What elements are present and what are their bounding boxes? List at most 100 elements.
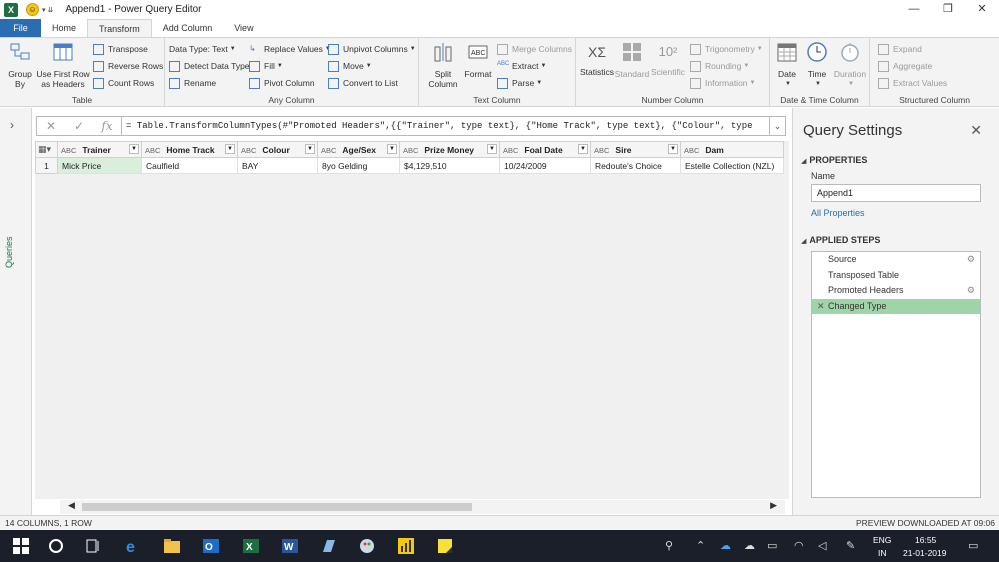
- text-type-icon[interactable]: ABC: [503, 146, 518, 155]
- statistics-button[interactable]: ΧΣ Statistics: [578, 41, 616, 77]
- scientific-button[interactable]: 10² Scientific: [650, 41, 686, 77]
- date-button[interactable]: Date ▼: [772, 41, 802, 89]
- edge-browser-icon[interactable]: e: [124, 537, 142, 555]
- table-cell[interactable]: Caulfield: [141, 157, 238, 174]
- rename-button[interactable]: Rename: [169, 76, 216, 90]
- reverse-rows-button[interactable]: Reverse Rows: [93, 59, 163, 73]
- trigonometry-dropdown[interactable]: Trigonometry ▼: [690, 42, 763, 56]
- cancel-formula-icon[interactable]: ✕: [37, 119, 65, 133]
- battery-icon[interactable]: ▭: [767, 539, 777, 552]
- excel-taskbar-icon[interactable]: X: [242, 537, 260, 555]
- windows-start-icon[interactable]: [12, 537, 30, 555]
- language-indicator[interactable]: ENG: [873, 535, 891, 545]
- step-source[interactable]: Source ⚙: [812, 252, 980, 268]
- time-button[interactable]: Time ▼: [802, 41, 832, 89]
- fill-dropdown[interactable]: Fill ▼: [249, 59, 283, 73]
- filter-dropdown-icon[interactable]: ▼: [129, 144, 139, 154]
- gear-icon[interactable]: ⚙: [967, 283, 975, 299]
- tab-add-column[interactable]: Add Column: [152, 19, 224, 37]
- text-type-icon[interactable]: ABC: [403, 146, 418, 155]
- convert-to-list-button[interactable]: Convert to List: [328, 76, 398, 90]
- parse-dropdown[interactable]: Parse ▼: [497, 76, 542, 90]
- task-view-icon[interactable]: [84, 537, 102, 555]
- cloud-icon[interactable]: ☁: [744, 539, 755, 552]
- extract-dropdown[interactable]: ABC Extract ▼: [497, 59, 546, 73]
- table-cell[interactable]: Mick Price: [57, 157, 142, 174]
- properties-section[interactable]: ◢ PROPERTIES: [801, 155, 867, 165]
- text-type-icon[interactable]: ABC: [145, 146, 160, 155]
- column-header-colour[interactable]: ABC Colour ▼: [237, 141, 318, 158]
- tab-view[interactable]: View: [223, 19, 264, 37]
- minimize-button[interactable]: —: [897, 0, 931, 19]
- expand-formula-icon[interactable]: ⌄: [769, 117, 785, 135]
- pen-icon[interactable]: ✎: [846, 539, 855, 552]
- group-by-button[interactable]: Group By: [4, 41, 36, 89]
- filter-dropdown-icon[interactable]: ▼: [578, 144, 588, 154]
- word-icon[interactable]: W: [281, 537, 299, 555]
- replace-values-button[interactable]: ↳ Replace Values ▼: [249, 42, 331, 56]
- column-header-trainer[interactable]: ABC Trainer ▼: [57, 141, 142, 158]
- close-window-button[interactable]: ✕: [965, 0, 999, 19]
- wifi-icon[interactable]: ◠: [794, 539, 804, 552]
- unpivot-columns-button[interactable]: Unpivot Columns ▼: [328, 42, 416, 56]
- cortana-search-icon[interactable]: [47, 537, 65, 555]
- tab-transform[interactable]: Transform: [87, 19, 152, 37]
- filter-dropdown-icon[interactable]: ▼: [225, 144, 235, 154]
- action-center-icon[interactable]: ▭: [968, 539, 978, 552]
- filter-dropdown-icon[interactable]: ▼: [668, 144, 678, 154]
- row-index[interactable]: 1: [35, 157, 58, 174]
- feedback-smiley-icon[interactable]: ☺: [26, 3, 39, 16]
- data-type-dropdown[interactable]: Data Type: Text ▼: [169, 42, 236, 56]
- scroll-left-icon[interactable]: ◀: [68, 500, 75, 511]
- query-name-field[interactable]: Append1: [811, 184, 981, 202]
- aggregate-button[interactable]: Aggregate: [878, 59, 932, 73]
- step-changed-type[interactable]: ✕ Changed Type: [812, 298, 980, 315]
- information-dropdown[interactable]: Information ▼: [690, 76, 755, 90]
- region-indicator[interactable]: IN: [878, 548, 887, 558]
- restore-button[interactable]: ❐: [931, 0, 965, 19]
- people-icon[interactable]: ⚲: [665, 539, 673, 552]
- fx-icon[interactable]: fx: [93, 119, 121, 133]
- formula-input[interactable]: = Table.TransformColumnTypes(#"Promoted …: [121, 117, 769, 135]
- collapse-triangle-icon[interactable]: ◢: [801, 238, 806, 245]
- step-transposed-table[interactable]: Transposed Table: [812, 268, 980, 284]
- filter-dropdown-icon[interactable]: ▼: [305, 144, 315, 154]
- clock-time[interactable]: 16:55: [915, 535, 936, 545]
- table-cell[interactable]: Estelle Collection (NZL): [680, 157, 784, 174]
- chevron-up-icon[interactable]: ⌃: [696, 539, 705, 552]
- scroll-right-icon[interactable]: ▶: [770, 500, 777, 511]
- table-cell[interactable]: Redoute's Choice: [590, 157, 681, 174]
- queries-label[interactable]: Queries: [4, 236, 14, 268]
- applied-steps-section[interactable]: ◢ APPLIED STEPS: [801, 235, 880, 245]
- filter-dropdown-icon[interactable]: ▼: [387, 144, 397, 154]
- extract-values-button[interactable]: Extract Values: [878, 76, 947, 90]
- text-type-icon[interactable]: ABC: [321, 146, 336, 155]
- column-header-home-track[interactable]: ABC Home Track ▼: [141, 141, 238, 158]
- column-header-age-sex[interactable]: ABC Age/Sex ▼: [317, 141, 400, 158]
- paint-app-icon[interactable]: [358, 537, 376, 555]
- clock-date[interactable]: 21-01-2019: [903, 548, 946, 558]
- table-cell[interactable]: $4,129,510: [399, 157, 500, 174]
- expand-button[interactable]: Expand: [878, 42, 922, 56]
- table-menu-icon[interactable]: ▦▾: [35, 141, 58, 158]
- duration-button[interactable]: Duration ▼: [832, 41, 868, 89]
- text-type-icon[interactable]: ABC: [241, 146, 256, 155]
- format-button[interactable]: ABC Format: [463, 41, 493, 79]
- tab-file[interactable]: File: [0, 19, 41, 37]
- close-icon[interactable]: ✕: [970, 122, 982, 139]
- quick-access-dropdown-icon[interactable]: ▾ ⇊: [42, 6, 53, 14]
- column-header-foal-date[interactable]: ABC Foal Date ▼: [499, 141, 591, 158]
- text-type-icon[interactable]: ABC: [684, 146, 699, 155]
- volume-icon[interactable]: ◁: [818, 539, 826, 552]
- detect-data-type-button[interactable]: Detect Data Type: [169, 59, 250, 73]
- collapse-triangle-icon[interactable]: ◢: [801, 158, 806, 165]
- delete-step-icon[interactable]: ✕: [817, 299, 825, 315]
- split-column-button[interactable]: Split Column: [423, 41, 463, 89]
- outlook-icon[interactable]: O: [202, 537, 220, 555]
- horizontal-scrollbar[interactable]: ◀ ▶: [60, 500, 785, 514]
- column-header-prize-money[interactable]: ABC Prize Money ▼: [399, 141, 500, 158]
- pivot-column-button[interactable]: Pivot Column: [249, 76, 315, 90]
- scrollbar-thumb[interactable]: [82, 503, 472, 511]
- step-promoted-headers[interactable]: Promoted Headers ⚙: [812, 283, 980, 299]
- file-explorer-icon[interactable]: [163, 537, 181, 555]
